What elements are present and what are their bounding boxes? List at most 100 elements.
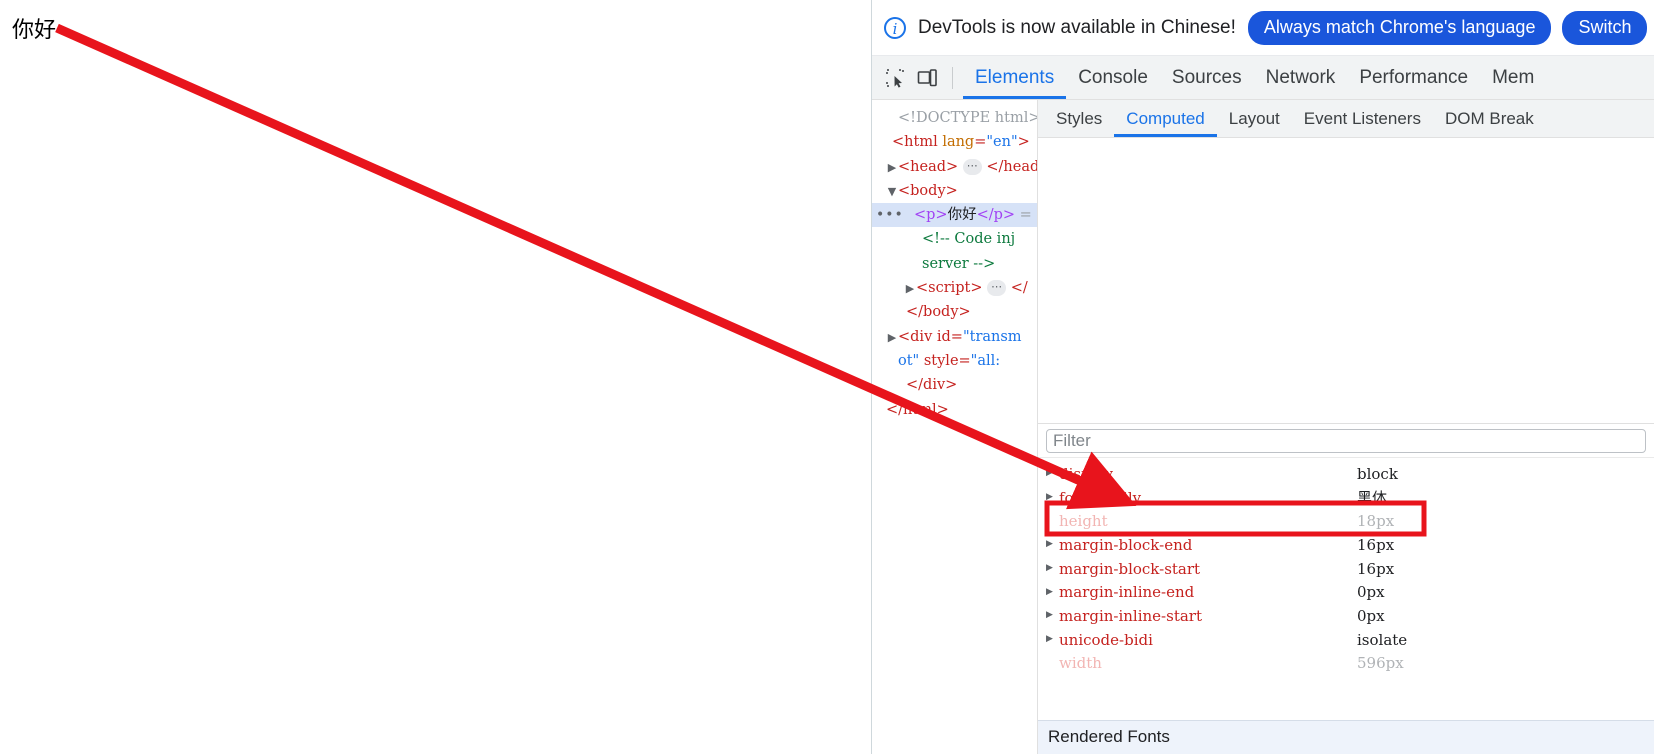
dom-line-div-open[interactable]: ▶ <div id="transm — [872, 325, 1037, 349]
dom-tree: <!DOCTYPE html> <html lang="en"> ▶ <head>… — [872, 100, 1037, 422]
dom-line-script[interactable]: ▶ <script> ⋯ </ — [872, 276, 1037, 300]
styles-sidebar-tabstrip: Styles Computed Layout Event Listeners D… — [1038, 100, 1654, 138]
devtools-language-banner: i DevTools is now available in Chinese! … — [872, 0, 1654, 56]
p-text-node: 你好 — [947, 207, 977, 224]
rendered-fonts-section[interactable]: Rendered Fonts — [1038, 720, 1654, 754]
computed-prop-margin-inline-end[interactable]: ▶ margin-inline-end 0px — [1038, 580, 1654, 604]
more-options-dots-icon[interactable]: ••• — [876, 203, 904, 227]
html-open-tag: <html — [892, 134, 938, 151]
prop-value: 0px — [1357, 583, 1385, 602]
computed-prop-font-family[interactable]: ▶ font-family 黑体 — [1038, 486, 1654, 510]
doctype-text: <!DOCTYPE html> — [898, 110, 1038, 126]
script-close-tag: </ — [1010, 280, 1028, 297]
expand-arrow-icon[interactable]: ▶ — [1046, 469, 1059, 478]
prop-name: margin-inline-start — [1059, 606, 1202, 625]
tab-console[interactable]: Console — [1066, 56, 1160, 99]
tab-performance[interactable]: Performance — [1347, 56, 1480, 99]
dom-line-comment-1[interactable]: <!-- Code inj — [872, 227, 1037, 251]
dom-line-html-open[interactable]: <html lang="en"> — [872, 130, 1037, 154]
device-toolbar-icon[interactable] — [912, 63, 942, 93]
prop-value: 16px — [1357, 535, 1395, 554]
tab-memory[interactable]: Mem — [1480, 56, 1546, 99]
switch-language-button[interactable]: Switch — [1562, 10, 1648, 45]
dom-line-comment-2[interactable]: server --> — [872, 252, 1037, 276]
page-hello-text: 你好 — [12, 18, 57, 43]
tab-sources[interactable]: Sources — [1160, 56, 1254, 99]
expand-arrow-icon[interactable]: ▶ — [1046, 564, 1059, 573]
prop-name: margin-inline-end — [1059, 583, 1195, 602]
computed-prop-margin-block-start[interactable]: ▶ margin-block-start 16px — [1038, 557, 1654, 581]
body-close-tag: </body> — [906, 304, 971, 321]
comment-text-line2: server --> — [922, 255, 996, 272]
computed-prop-width[interactable]: width 596px — [1038, 652, 1654, 676]
prop-name: font-family — [1059, 488, 1142, 507]
dom-line-body-close[interactable]: </body> — [872, 300, 1037, 324]
dom-tree-pane[interactable]: <!DOCTYPE html> <html lang="en"> ▶ <head>… — [872, 100, 1038, 754]
prop-name: height — [1059, 512, 1108, 531]
div-id-value-cont: ot" — [898, 352, 920, 369]
twisty-script-icon[interactable]: ▶ — [904, 277, 916, 301]
toolbar-separator — [952, 66, 953, 89]
computed-prop-unicode-bidi[interactable]: ▶ unicode-bidi isolate — [1038, 628, 1654, 652]
div-id-value: "transm — [962, 328, 1022, 345]
computed-prop-display[interactable]: ▶ display block — [1038, 462, 1654, 486]
dom-line-head[interactable]: ▶ <head> ⋯ </head — [872, 155, 1037, 179]
head-open-tag: <head> — [898, 158, 959, 175]
computed-filter-input[interactable] — [1046, 428, 1646, 453]
dom-line-body-open[interactable]: ▼ <body> — [872, 179, 1037, 203]
tab-layout[interactable]: Layout — [1217, 100, 1292, 137]
expand-arrow-icon[interactable]: ▶ — [1046, 493, 1059, 502]
head-ellipsis-badge[interactable]: ⋯ — [962, 158, 982, 175]
banner-message: DevTools is now available in Chinese! — [918, 16, 1236, 38]
styles-sidebar-pane: Styles Computed Layout Event Listeners D… — [1038, 100, 1654, 754]
twisty-body-icon[interactable]: ▼ — [886, 180, 898, 204]
devtools-panel: i DevTools is now available in Chinese! … — [871, 0, 1654, 754]
devtools-body: <!DOCTYPE html> <html lang="en"> ▶ <head>… — [872, 100, 1654, 754]
computed-filter-row — [1038, 424, 1654, 458]
prop-value: 18px — [1357, 512, 1395, 531]
dom-line-div-close[interactable]: </div> — [872, 373, 1037, 397]
tab-computed[interactable]: Computed — [1114, 100, 1217, 137]
computed-prop-margin-block-end[interactable]: ▶ margin-block-end 16px — [1038, 533, 1654, 557]
devtools-main-tabstrip: Elements Console Sources Network Perform… — [872, 56, 1654, 100]
expand-arrow-icon[interactable]: ▶ — [1046, 587, 1059, 597]
script-ellipsis-badge[interactable]: ⋯ — [987, 280, 1007, 297]
computed-box-model-area — [1038, 138, 1654, 424]
expand-arrow-icon[interactable]: ▶ — [1046, 540, 1059, 549]
inspect-element-icon[interactable] — [880, 63, 910, 93]
p-trailing: = — [1019, 207, 1032, 224]
dom-line-p-selected[interactable]: ••• <p>你好</p> = — [872, 203, 1037, 228]
body-open-tag: <body> — [898, 182, 958, 199]
info-icon: i — [884, 16, 906, 39]
dom-line-div-open-cont[interactable]: ot" style="all: — [872, 349, 1037, 373]
div-style-value: "all: — [970, 352, 1001, 369]
div-style-attr: style= — [919, 352, 971, 369]
dom-line-html-close[interactable]: </html> — [872, 398, 1037, 422]
computed-prop-height[interactable]: height 18px — [1038, 509, 1654, 533]
expand-arrow-icon[interactable]: ▶ — [1046, 611, 1059, 620]
tab-event-listeners[interactable]: Event Listeners — [1292, 100, 1433, 137]
p-close-tag: </p> — [976, 207, 1016, 224]
rendered-fonts-label: Rendered Fonts — [1048, 727, 1170, 746]
html-close-tag: </html> — [886, 401, 949, 418]
div-open-tag: <div id= — [898, 328, 963, 345]
twisty-head-icon[interactable]: ▶ — [886, 156, 898, 180]
prop-value: 0px — [1357, 606, 1385, 625]
prop-name: margin-block-start — [1059, 559, 1201, 578]
twisty-div-icon[interactable]: ▶ — [886, 326, 898, 350]
prop-value: 16px — [1357, 559, 1395, 578]
rendered-web-page: 你好 — [0, 0, 871, 754]
prop-value: 596px — [1357, 654, 1404, 673]
prop-name: unicode-bidi — [1059, 630, 1153, 649]
dom-line-doctype[interactable]: <!DOCTYPE html> — [872, 106, 1037, 130]
tab-elements[interactable]: Elements — [963, 56, 1067, 99]
script-open-tag: <script> — [916, 280, 983, 297]
html-lang-value: "en" — [986, 134, 1018, 151]
tab-dom-breakpoints[interactable]: DOM Break — [1433, 100, 1546, 137]
tab-styles[interactable]: Styles — [1044, 100, 1114, 137]
expand-arrow-icon[interactable]: ▶ — [1046, 635, 1059, 644]
tab-network[interactable]: Network — [1254, 56, 1348, 99]
always-match-language-button[interactable]: Always match Chrome's language — [1247, 10, 1552, 45]
computed-prop-margin-inline-start[interactable]: ▶ margin-inline-start 0px — [1038, 604, 1654, 628]
head-close-tag: </head — [986, 158, 1038, 175]
